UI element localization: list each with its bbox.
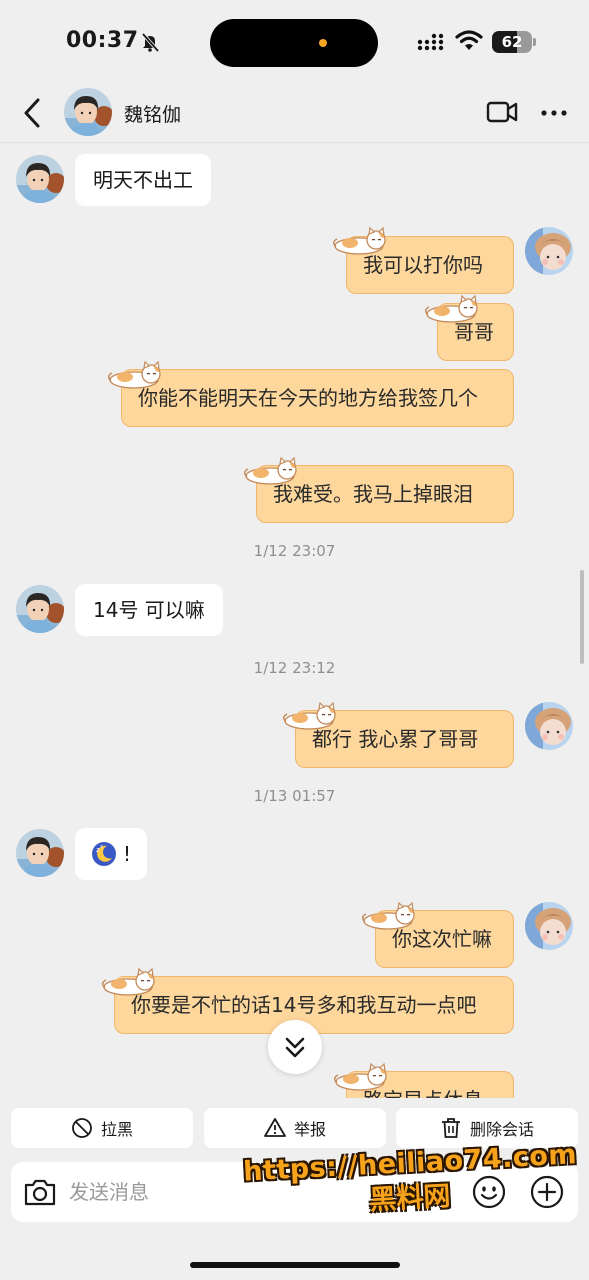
scroll-to-bottom-icon[interactable] — [268, 1020, 322, 1074]
block-button[interactable]: 拉黑 — [11, 1108, 193, 1148]
cat-bubble-decoration-icon — [282, 700, 340, 730]
emoji-icon[interactable] — [471, 1174, 507, 1210]
my-avatar[interactable] — [525, 702, 573, 750]
chat-actions: 拉黑 举报 删除会话 — [0, 1108, 589, 1150]
back-icon[interactable] — [18, 96, 46, 130]
message-bubble-incoming[interactable]: 14号 可以嘛 — [75, 584, 223, 636]
report-button[interactable]: 举报 — [204, 1108, 386, 1148]
message-bubble-incoming[interactable]: 明天不出工 — [75, 154, 211, 206]
contact-avatar[interactable] — [16, 585, 64, 633]
contact-avatar[interactable] — [64, 88, 112, 136]
block-label: 拉黑 — [100, 1120, 133, 1139]
message-text: ! — [123, 842, 132, 866]
message-timestamp: 1/12 23:12 — [253, 659, 336, 677]
trash-icon — [441, 1118, 460, 1138]
voice-icon[interactable] — [423, 1176, 453, 1208]
battery-icon: 62 — [492, 31, 536, 53]
contact-avatar[interactable] — [16, 155, 64, 203]
plus-icon[interactable] — [529, 1174, 565, 1210]
cat-bubble-decoration-icon — [333, 1061, 391, 1091]
more-icon[interactable] — [540, 108, 568, 118]
my-avatar[interactable] — [525, 902, 573, 950]
message-composer — [11, 1162, 578, 1222]
cat-bubble-decoration-icon — [101, 966, 159, 996]
message-bubble-incoming[interactable]: z z ! — [75, 828, 148, 880]
contact-avatar[interactable] — [16, 829, 64, 877]
warning-icon — [264, 1118, 286, 1137]
message-timestamp: 1/12 23:07 — [253, 542, 336, 560]
message-list[interactable]: 明天不出工 我可以打你吗 哥哥 你能不能明天在今天的地方给我签几个 我难受。我马… — [0, 143, 589, 1098]
moon-sleep-icon: z z — [92, 842, 116, 866]
signal-icon — [417, 33, 444, 51]
dynamic-island — [210, 19, 378, 67]
message-bubble-outgoing[interactable]: 你能不能明天在今天的地方给我签几个 — [121, 369, 514, 427]
message-input[interactable] — [69, 1172, 369, 1212]
delete-chat-label: 删除会话 — [469, 1120, 534, 1139]
message-timestamp: 1/13 01:57 — [253, 787, 336, 805]
cat-bubble-decoration-icon — [243, 455, 301, 485]
privacy-indicator-dot — [319, 39, 327, 47]
contact-name[interactable]: 魏铭伽 — [124, 100, 181, 127]
cat-bubble-decoration-icon — [424, 293, 482, 323]
report-label: 举报 — [293, 1120, 326, 1139]
bell-slash-icon — [141, 32, 160, 52]
status-time: 00:37 — [66, 28, 139, 53]
status-bar: 00:37 62 — [0, 0, 589, 88]
chat-scrollbar[interactable] — [580, 570, 584, 664]
message-bubble-outgoing[interactable]: 你要是不忙的话14号多和我互动一点吧 — [114, 976, 514, 1034]
block-icon — [72, 1118, 92, 1138]
battery-percent: 62 — [501, 33, 523, 51]
video-call-icon[interactable] — [486, 100, 518, 124]
chat-header: 魏铭伽 — [0, 88, 589, 142]
home-indicator[interactable] — [190, 1262, 400, 1268]
wifi-icon — [455, 30, 483, 50]
svg-text:z: z — [100, 844, 103, 850]
delete-chat-button[interactable]: 删除会话 — [396, 1108, 578, 1148]
cat-bubble-decoration-icon — [107, 359, 165, 389]
camera-icon[interactable] — [23, 1176, 57, 1208]
my-avatar[interactable] — [525, 227, 573, 275]
cat-bubble-decoration-icon — [361, 900, 419, 930]
cat-bubble-decoration-icon — [332, 225, 390, 255]
